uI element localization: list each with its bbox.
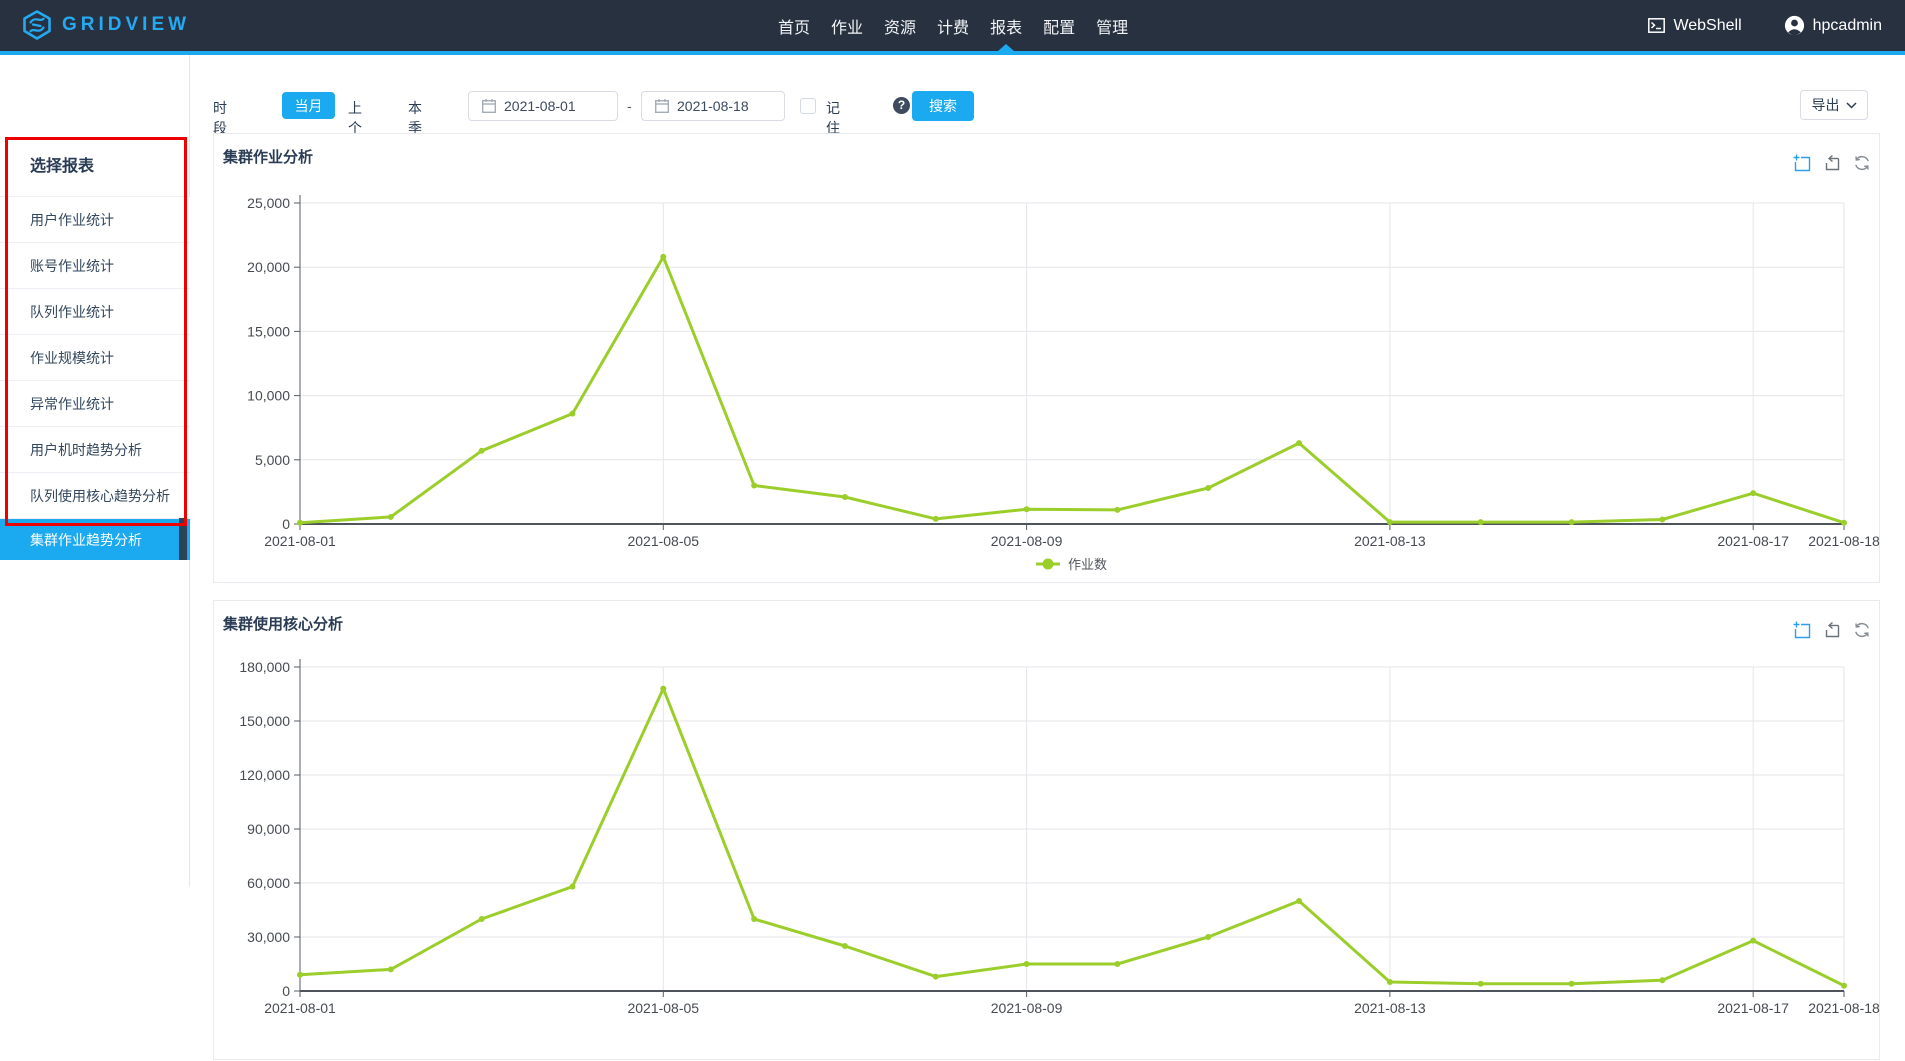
date-to-value: 2021-08-18 [677,98,749,114]
svg-text:2021-08-17: 2021-08-17 [1717,1000,1789,1016]
logo-text: GRIDVIEW [62,14,190,36]
top-navbar: GRIDVIEW 首页 作业 资源 计费 报表 配置 管理 WebShell h… [0,0,1905,51]
navbar-accent-bar [0,51,1905,55]
svg-text:25,000: 25,000 [247,195,290,211]
sidebar-item-account-job-stats[interactable]: 账号作业统计 [0,242,190,288]
gridview-shield-icon [22,10,52,40]
svg-text:作业数: 作业数 [1068,557,1107,572]
sidebar-item-job-scale-stats[interactable]: 作业规模统计 [0,334,190,380]
report-sidebar: 选择报表 用户作业统计 账号作业统计 队列作业统计 作业规模统计 异常作业统计 … [0,55,190,887]
svg-text:2021-08-09: 2021-08-09 [991,533,1063,549]
terminal-icon [1648,18,1665,33]
nav-item-jobs[interactable]: 作业 [831,14,863,38]
refresh-icon[interactable] [1853,154,1871,172]
nav-item-resources[interactable]: 资源 [884,14,916,38]
svg-text:60,000: 60,000 [247,875,290,891]
chevron-down-icon [1846,102,1857,109]
sidebar-item-queue-job-stats[interactable]: 队列作业统计 [0,288,190,334]
calendar-icon [655,99,669,113]
cluster-core-usage-chart: 0 30,000 60,000 90,000 120,000 150,000 180,000… [214,601,1881,1061]
sidebar-item-queue-core-trend[interactable]: 队列使用核心趋势分析 [0,472,190,518]
date-range-separator: - [627,98,632,114]
export-button[interactable]: 导出 [1800,90,1868,120]
sidebar-title: 选择报表 [30,152,94,176]
sidebar-item-user-job-stats[interactable]: 用户作业统计 [0,196,190,242]
user-icon [1784,15,1805,36]
username-label: hpcadmin [1813,17,1882,35]
nav-item-admin[interactable]: 管理 [1096,14,1128,38]
chart1-toolbox [1793,154,1871,172]
nav-item-billing[interactable]: 计费 [937,14,969,38]
sidebar-scrollbar-thumb[interactable] [179,518,187,560]
svg-text:30,000: 30,000 [247,929,290,945]
period-current-month-button[interactable]: 当月 [282,92,335,119]
user-menu[interactable]: hpcadmin [1784,15,1882,36]
refresh-icon[interactable] [1853,621,1871,639]
nav-item-home[interactable]: 首页 [778,14,810,38]
date-from-value: 2021-08-01 [504,98,576,114]
cluster-job-analysis-chart: 0 5,000 10,000 15,000 20,000 25,000 2021-08-01… [214,134,1881,584]
date-to-input[interactable]: 2021-08-18 [641,91,785,121]
svg-text:2021-08-13: 2021-08-13 [1354,1000,1426,1016]
svg-text:2021-08-05: 2021-08-05 [627,1000,699,1016]
svg-text:10,000: 10,000 [247,388,290,404]
report-list: 用户作业统计 账号作业统计 队列作业统计 作业规模统计 异常作业统计 用户机时趋… [0,196,190,560]
svg-text:15,000: 15,000 [247,323,290,339]
svg-text:150,000: 150,000 [239,713,290,729]
sidebar-item-cluster-job-trend[interactable]: 集群作业趋势分析 [0,518,190,560]
svg-text:0: 0 [282,516,290,532]
remember-time-checkbox[interactable] [800,98,816,114]
restore-icon[interactable] [1823,621,1841,639]
chart2-toolbox [1793,621,1871,639]
zoom-select-icon[interactable] [1793,621,1811,639]
svg-text:2021-08-01: 2021-08-01 [264,533,336,549]
chart1-title: 集群作业分析 [223,146,313,167]
webshell-label: WebShell [1673,17,1741,35]
svg-text:5,000: 5,000 [255,452,290,468]
svg-text:2021-08-17: 2021-08-17 [1717,533,1789,549]
sidebar-item-user-cpu-hour-trend[interactable]: 用户机时趋势分析 [0,426,190,472]
nav-item-reports[interactable]: 报表 [990,14,1022,38]
svg-text:2021-08-18: 2021-08-18 [1808,1000,1880,1016]
svg-text:90,000: 90,000 [247,821,290,837]
sidebar-item-abnormal-job-stats[interactable]: 异常作业统计 [0,380,190,426]
export-label: 导出 [1812,95,1840,115]
svg-text:2021-08-01: 2021-08-01 [264,1000,336,1016]
svg-text:2021-08-05: 2021-08-05 [627,533,699,549]
main-nav: 首页 作业 资源 计费 报表 配置 管理 [778,0,1128,51]
cluster-job-analysis-card: 0 5,000 10,000 15,000 20,000 25,000 2021-08-01… [213,133,1880,583]
active-nav-caret [998,44,1014,51]
calendar-icon [482,99,496,113]
help-icon[interactable]: ? [893,97,910,114]
webshell-link[interactable]: WebShell [1648,17,1741,35]
svg-text:2021-08-13: 2021-08-13 [1354,533,1426,549]
nav-item-config[interactable]: 配置 [1043,14,1075,38]
svg-text:2021-08-09: 2021-08-09 [991,1000,1063,1016]
chart2-title: 集群使用核心分析 [223,613,343,634]
cluster-core-usage-card: 0 30,000 60,000 90,000 120,000 150,000 180,000… [213,600,1880,1060]
svg-text:0: 0 [282,983,290,999]
date-from-input[interactable]: 2021-08-01 [468,91,618,121]
zoom-select-icon[interactable] [1793,154,1811,172]
restore-icon[interactable] [1823,154,1841,172]
search-button[interactable]: 搜索 [912,91,974,121]
svg-text:2021-08-18: 2021-08-18 [1808,533,1880,549]
svg-text:180,000: 180,000 [239,659,290,675]
svg-text:20,000: 20,000 [247,259,290,275]
logo: GRIDVIEW [22,10,190,40]
svg-text:120,000: 120,000 [239,767,290,783]
